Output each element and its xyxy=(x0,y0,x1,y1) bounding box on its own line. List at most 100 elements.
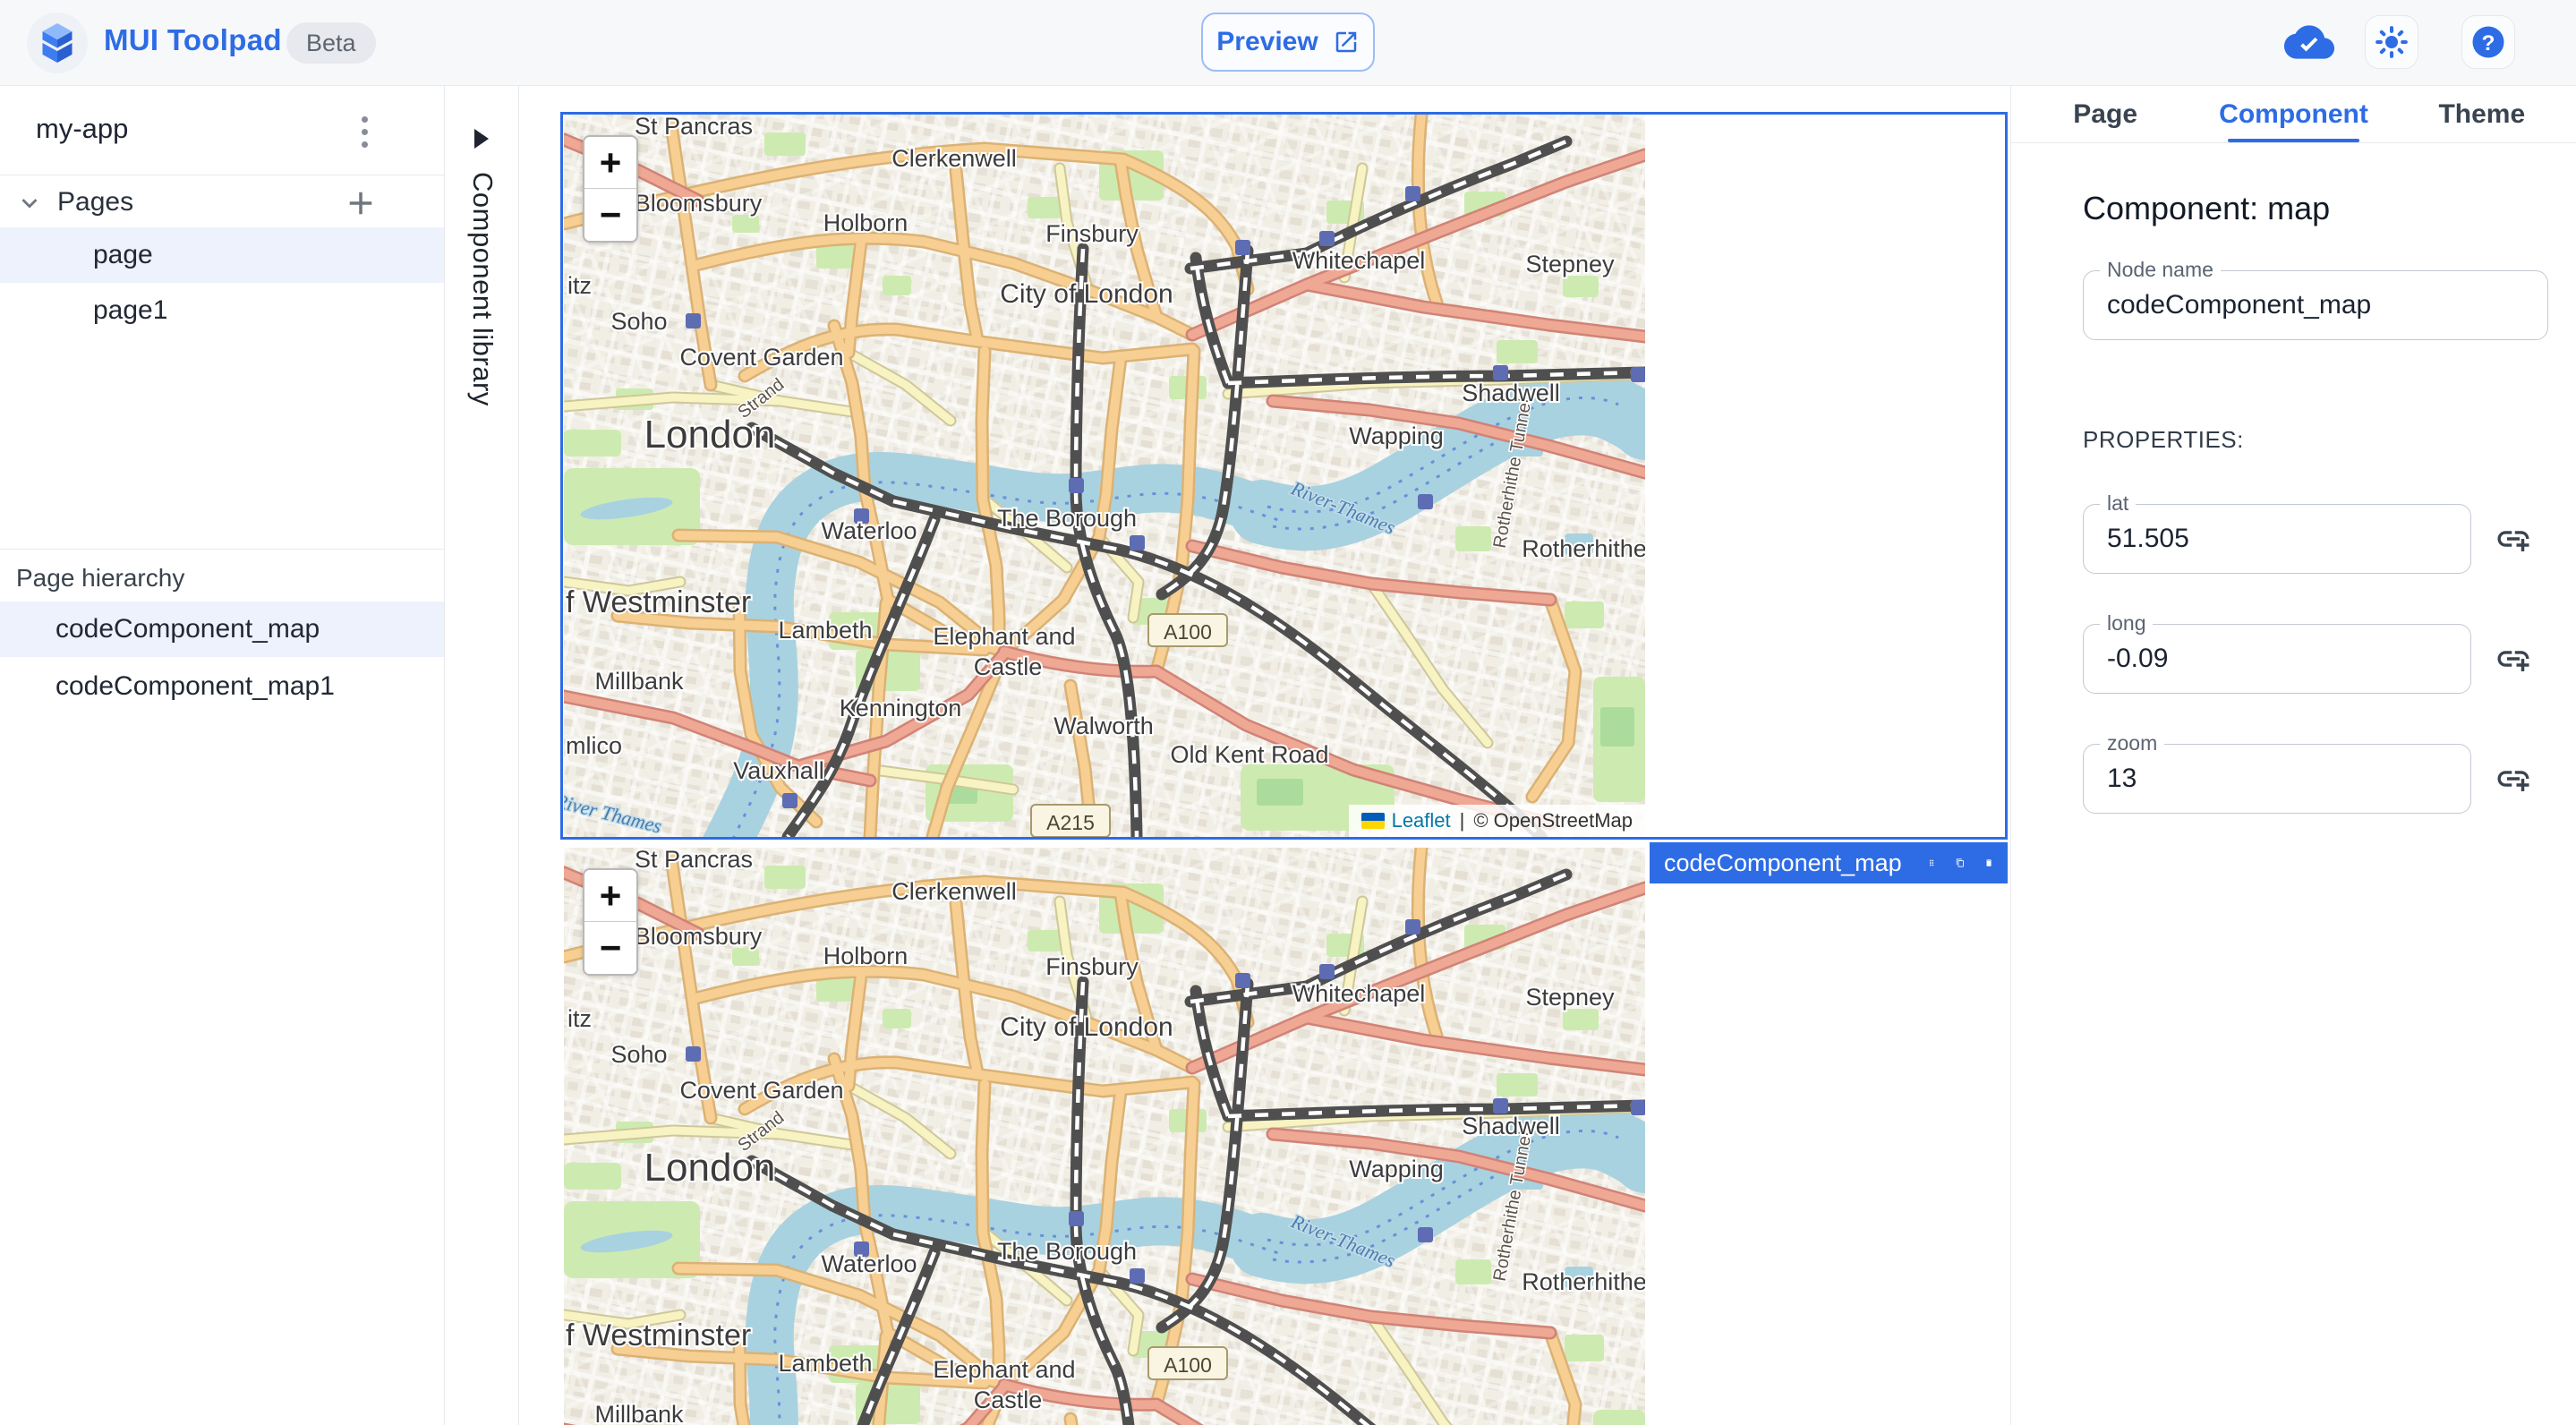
svg-text:The Borough: The Borough xyxy=(997,505,1137,532)
svg-text:Walworth: Walworth xyxy=(1053,712,1154,739)
add-link-icon xyxy=(2497,771,2529,791)
bind-lat-button[interactable] xyxy=(2493,518,2534,559)
svg-text:Bloomsbury: Bloomsbury xyxy=(635,190,763,217)
svg-text:Clerkenwell: Clerkenwell xyxy=(891,145,1017,172)
svg-text:A215: A215 xyxy=(1046,811,1095,834)
page-hierarchy-header: Page hierarchy xyxy=(16,564,185,592)
svg-text:St Pancras: St Pancras xyxy=(635,848,753,873)
svg-text:Stepney: Stepney xyxy=(1525,251,1615,277)
svg-text:Millbank: Millbank xyxy=(594,1401,684,1425)
hierarchy-item-codeComponent_map1[interactable]: codeComponent_map1 xyxy=(0,659,444,714)
sidebar-item-page1[interactable]: page1 xyxy=(0,283,444,338)
sidebar-item-page[interactable]: page xyxy=(0,227,444,283)
component-heading: Component: map xyxy=(2083,190,2331,226)
selected-component-toolbar: codeComponent_map xyxy=(1650,842,2008,883)
svg-text:Elephant and: Elephant and xyxy=(933,623,1075,650)
component-library-tab[interactable]: Component library xyxy=(445,86,519,1425)
app-name: my-app xyxy=(36,113,129,144)
help-button[interactable]: ? xyxy=(2461,15,2515,69)
add-page-button[interactable] xyxy=(342,184,380,222)
svg-text:Rotherhithe: Rotherhithe xyxy=(1522,1268,1645,1295)
page-item-label: page xyxy=(93,240,153,269)
map-component-2[interactable]: River-ThamesRiver ThamesStrandRotherhith… xyxy=(564,848,1645,1425)
bind-long-button[interactable] xyxy=(2493,638,2534,679)
svg-text:Covent Garden: Covent Garden xyxy=(679,1077,843,1104)
add-link-icon xyxy=(2497,651,2529,671)
svg-text:Elephant and: Elephant and xyxy=(933,1356,1075,1383)
svg-text:Waterloo: Waterloo xyxy=(821,517,917,544)
bind-zoom-button[interactable] xyxy=(2493,758,2534,799)
tab-page[interactable]: Page xyxy=(2011,86,2199,142)
inspector-panel: Page Component Theme Component: map Node… xyxy=(2010,86,2576,1425)
external-link-icon xyxy=(1335,31,1356,53)
svg-text:f Westminster: f Westminster xyxy=(566,585,751,619)
help-icon: ? xyxy=(2472,26,2504,58)
svg-text:The Borough: The Borough xyxy=(997,1238,1137,1265)
duplicate-icon[interactable] xyxy=(1956,850,1965,875)
leaflet-map[interactable]: River-ThamesRiver ThamesStrandRotherhith… xyxy=(564,848,1645,1425)
svg-text:Soho: Soho xyxy=(610,1041,667,1068)
zoom-field: zoom xyxy=(2083,731,2471,814)
leaflet-map[interactable]: River-ThamesRiver ThamesStrandRotherhith… xyxy=(564,115,1645,837)
zoom-label: zoom xyxy=(2100,731,2165,755)
property-row-lat: lat xyxy=(2083,491,2547,574)
tab-theme[interactable]: Theme xyxy=(2388,86,2576,142)
svg-text:Finsbury: Finsbury xyxy=(1045,953,1139,980)
property-row-zoom: zoom xyxy=(2083,731,2547,814)
divider xyxy=(0,549,444,550)
tab-component[interactable]: Component xyxy=(2199,86,2387,142)
expand-arrow-icon xyxy=(474,129,489,149)
lat-field: lat xyxy=(2083,491,2471,574)
svg-text:Castle: Castle xyxy=(974,1387,1043,1413)
svg-text:City of London: City of London xyxy=(1000,279,1173,309)
svg-text:Clerkenwell: Clerkenwell xyxy=(891,878,1017,905)
svg-text:Lambeth: Lambeth xyxy=(778,1350,872,1377)
zoom-out-button[interactable]: − xyxy=(584,922,636,974)
svg-text:Bloomsbury: Bloomsbury xyxy=(635,923,763,950)
chevron-down-icon[interactable] xyxy=(14,188,45,218)
pages-section-header: Pages xyxy=(0,175,444,229)
svg-text:Soho: Soho xyxy=(610,308,667,335)
svg-text:London: London xyxy=(644,1146,776,1190)
hierarchy-item-label: codeComponent_map xyxy=(55,614,320,644)
svg-text:itz: itz xyxy=(567,272,592,299)
svg-text:Wapping: Wapping xyxy=(1349,422,1444,449)
hierarchy-item-codeComponent_map[interactable]: codeComponent_map xyxy=(0,602,444,657)
svg-text:Waterloo: Waterloo xyxy=(821,1250,917,1277)
zoom-in-button[interactable]: + xyxy=(584,137,636,189)
svg-text:mlico: mlico xyxy=(566,732,622,759)
app-bar: MUI Toolpad Beta Preview ? xyxy=(0,0,2576,86)
map-component[interactable]: River-Thames River Thames Strand Rotherhith… xyxy=(564,115,1645,837)
svg-text:Holborn: Holborn xyxy=(823,209,908,236)
ukraine-flag-icon xyxy=(1361,813,1385,829)
drag-handle-icon[interactable] xyxy=(1927,850,1936,875)
svg-text:A100: A100 xyxy=(1164,1353,1212,1377)
svg-text:Holborn: Holborn xyxy=(823,943,908,969)
delete-icon[interactable] xyxy=(1984,850,1993,875)
long-label: long xyxy=(2100,611,2154,636)
svg-text:Castle: Castle xyxy=(974,653,1043,680)
svg-text:Shadwell: Shadwell xyxy=(1462,1113,1560,1139)
pages-header-label: Pages xyxy=(57,187,134,217)
component-library-label: Component library xyxy=(467,172,499,406)
svg-text:Covent Garden: Covent Garden xyxy=(679,344,843,371)
svg-text:City of London: City of London xyxy=(1000,1012,1173,1042)
zoom-in-button[interactable]: + xyxy=(584,870,636,922)
mui-toolpad-logo-icon xyxy=(27,13,88,73)
map-attribution: Leaflet | © OpenStreetMap xyxy=(1348,805,1645,837)
lat-label: lat xyxy=(2100,491,2137,516)
svg-text:Lambeth: Lambeth xyxy=(778,617,872,644)
app-menu-button[interactable] xyxy=(344,111,385,152)
svg-text:Finsbury: Finsbury xyxy=(1045,220,1139,247)
page-canvas: River-Thames River Thames Strand Rotherhith… xyxy=(519,86,2010,1425)
svg-text:Whitechapel: Whitechapel xyxy=(1292,980,1426,1007)
leaflet-link[interactable]: Leaflet xyxy=(1392,809,1451,832)
page-item-label: page1 xyxy=(93,295,168,325)
svg-text:f Westminster: f Westminster xyxy=(566,1318,751,1352)
sun-icon xyxy=(2376,26,2408,58)
zoom-out-button[interactable]: − xyxy=(584,189,636,241)
lat-input[interactable] xyxy=(2084,505,2470,573)
theme-toggle-button[interactable] xyxy=(2365,15,2418,69)
property-row-long: long xyxy=(2083,611,2547,694)
preview-button[interactable]: Preview xyxy=(1201,13,1375,72)
